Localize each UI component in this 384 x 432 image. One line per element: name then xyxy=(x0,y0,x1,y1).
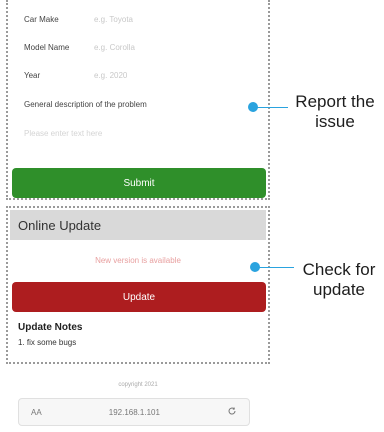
description-input-row[interactable]: Please enter text here xyxy=(24,122,252,144)
model-name-input[interactable]: e.g. Corolla xyxy=(94,43,135,52)
car-make-input[interactable]: e.g. Toyota xyxy=(94,15,133,24)
year-input[interactable]: e.g. 2020 xyxy=(94,71,127,80)
year-row[interactable]: Year e.g. 2020 xyxy=(24,64,252,86)
car-make-label: Car Make xyxy=(24,14,59,24)
model-name-row[interactable]: Model Name e.g. Corolla xyxy=(24,36,252,58)
model-name-label: Model Name xyxy=(24,42,70,52)
online-update-header: Online Update xyxy=(10,210,266,240)
reload-icon[interactable] xyxy=(227,406,237,418)
update-annotation-line xyxy=(256,267,294,268)
url-text[interactable]: 192.168.1.101 xyxy=(109,408,160,417)
update-annotation-label: Check for update xyxy=(302,260,376,299)
description-input[interactable]: Please enter text here xyxy=(24,129,102,138)
year-label: Year xyxy=(24,70,41,80)
report-annotation-label: Report the issue xyxy=(295,92,375,131)
update-status-text: New version is available xyxy=(95,256,181,265)
description-row: General description of the problem xyxy=(24,94,252,116)
update-notes-title: Update Notes xyxy=(18,322,83,333)
update-button[interactable]: Update xyxy=(12,282,266,312)
report-annotation-line xyxy=(254,107,288,108)
car-make-row[interactable]: Car Make e.g. Toyota xyxy=(24,8,252,30)
text-size-button[interactable]: AA xyxy=(31,408,42,417)
update-notes-body: 1. fix some bugs xyxy=(18,338,77,347)
description-label: General description of the problem xyxy=(24,100,147,109)
copyright-text: copyright 2021 xyxy=(118,382,158,388)
browser-address-bar[interactable]: AA 192.168.1.101 xyxy=(18,398,250,426)
submit-button[interactable]: Submit xyxy=(12,168,266,198)
